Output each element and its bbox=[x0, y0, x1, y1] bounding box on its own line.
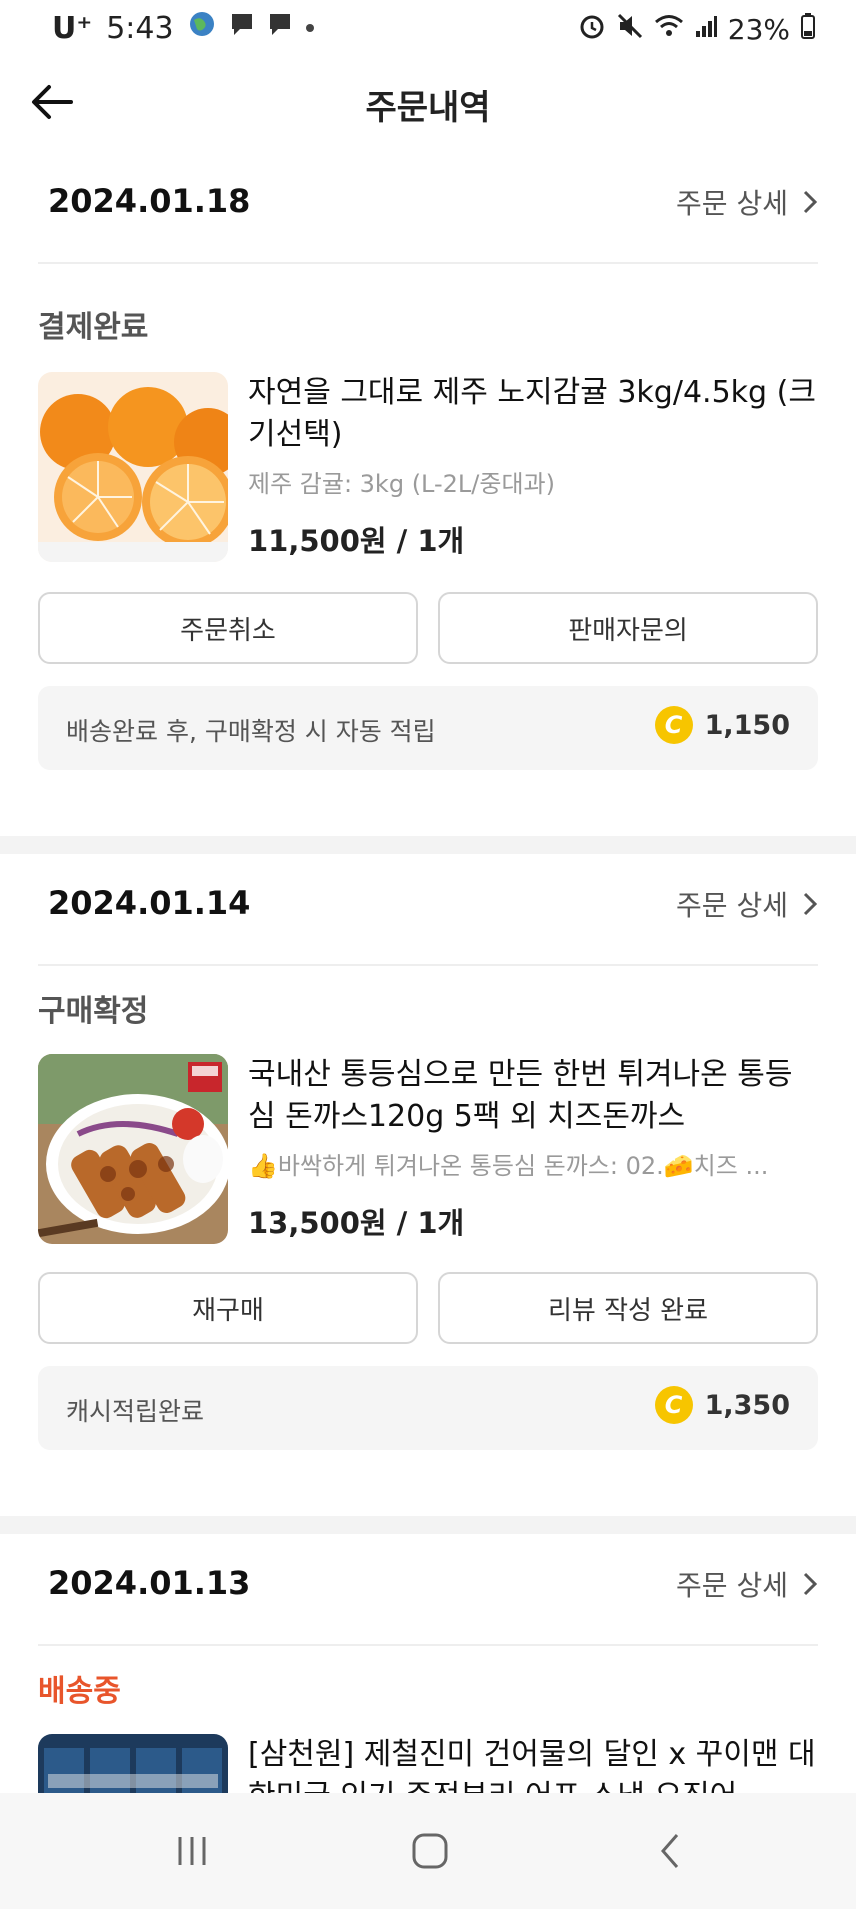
section-divider bbox=[0, 836, 856, 854]
cash-reward-box: 캐시적립완료 C 1,350 bbox=[38, 1366, 818, 1450]
order-detail-link[interactable]: 주문 상세 bbox=[676, 884, 818, 924]
section-divider bbox=[0, 1516, 856, 1534]
battery-percent: 23% bbox=[727, 13, 790, 46]
chat-icon bbox=[230, 11, 254, 46]
order-date: 2024.01.13 bbox=[48, 1564, 251, 1602]
page-title: 주문내역 bbox=[365, 88, 491, 128]
system-nav-bar bbox=[0, 1793, 856, 1909]
order-card: 2024.01.13 주문 상세 배송중 [삼천원] 제철진미 건어물의 달인 … bbox=[0, 1534, 856, 1793]
seller-inquiry-button[interactable]: 판매자문의 bbox=[438, 592, 818, 664]
signal-icon bbox=[694, 13, 718, 46]
product-thumbnail-pork-cutlet[interactable] bbox=[38, 1054, 228, 1244]
wifi-icon bbox=[654, 13, 684, 46]
clock: 5:43 bbox=[106, 10, 174, 46]
order-detail-label: 주문 상세 bbox=[676, 889, 788, 922]
alarm-icon bbox=[578, 12, 606, 47]
cash-coin-icon: C bbox=[654, 1386, 693, 1424]
notification-dot-icon bbox=[305, 24, 314, 32]
chevron-right-icon bbox=[803, 1572, 818, 1596]
order-detail-label: 주문 상세 bbox=[676, 1569, 788, 1602]
cancel-order-button[interactable]: 주문취소 bbox=[38, 592, 418, 664]
order-card: 2024.01.18 주문 상세 결제완료 자연을 그대로 제주 노지감귤 3k… bbox=[0, 152, 856, 832]
status-bar: U⁺ 5:43 23% bbox=[0, 0, 856, 62]
globe-icon bbox=[188, 10, 216, 46]
product-thumbnail-tangerine[interactable] bbox=[38, 372, 228, 562]
product-price: 11,500원 / 1개 bbox=[248, 524, 465, 558]
order-detail-link[interactable]: 주문 상세 bbox=[676, 1564, 818, 1604]
chevron-right-icon bbox=[803, 892, 818, 916]
battery-icon bbox=[800, 12, 816, 47]
nav-back-button[interactable] bbox=[630, 1821, 710, 1881]
order-header: 2024.01.14 주문 상세 bbox=[38, 854, 818, 966]
review-completed-button[interactable]: 리뷰 작성 완료 bbox=[438, 1272, 818, 1344]
cash-reward-text: 캐시적립완료 bbox=[66, 1397, 205, 1426]
order-card: 2024.01.14 주문 상세 구매확정 국내산 통등심으로 만든 한번 튀겨… bbox=[0, 854, 856, 1514]
reorder-button[interactable]: 재구매 bbox=[38, 1272, 418, 1344]
order-date: 2024.01.18 bbox=[48, 182, 251, 220]
chat-icon bbox=[268, 11, 292, 46]
product-name[interactable]: 자연을 그대로 제주 노지감귤 3kg/4.5kg (크기선택) bbox=[248, 372, 818, 456]
product-price: 13,500원 / 1개 bbox=[248, 1206, 465, 1240]
cash-reward-box: 배송완료 후, 구매확정 시 자동 적립 C 1,150 bbox=[38, 686, 818, 770]
order-detail-label: 주문 상세 bbox=[676, 187, 788, 220]
carrier-label: U⁺ bbox=[52, 10, 93, 46]
cash-reward-text: 배송완료 후, 구매확정 시 자동 적립 bbox=[66, 717, 436, 746]
nav-back-icon bbox=[661, 1834, 679, 1868]
order-status: 구매확정 bbox=[38, 994, 149, 1029]
cash-amount: 1,150 bbox=[704, 709, 790, 741]
product-option: 제주 감귤: 3kg (L-2L/중대과) bbox=[248, 470, 555, 498]
chevron-right-icon bbox=[803, 190, 818, 214]
product-name[interactable]: 국내산 통등심으로 만든 한번 튀겨나온 통등심 돈까스120g 5팩 외 치즈… bbox=[248, 1054, 818, 1138]
order-header: 2024.01.18 주문 상세 bbox=[38, 152, 818, 264]
order-date: 2024.01.14 bbox=[48, 884, 251, 922]
order-status: 결제완료 bbox=[38, 310, 149, 345]
product-option: 👍바싹하게 튀겨나온 통등심 돈까스: 02.🧀치즈 ... bbox=[248, 1152, 769, 1180]
order-detail-link[interactable]: 주문 상세 bbox=[676, 182, 818, 222]
cash-coin-icon: C bbox=[654, 706, 693, 744]
mute-icon bbox=[616, 12, 644, 47]
product-name[interactable]: [삼천원] 제철진미 건어물의 달인 x 꾸이맨 대한민국 인기 주전부리 어포… bbox=[248, 1734, 818, 1793]
nav-recent-button[interactable] bbox=[152, 1821, 232, 1881]
nav-recent-icon bbox=[178, 1837, 206, 1865]
app-header: 주문내역 bbox=[0, 62, 856, 142]
product-thumbnail-snack[interactable] bbox=[38, 1734, 228, 1793]
nav-home-icon bbox=[412, 1833, 448, 1869]
cash-amount: 1,350 bbox=[704, 1389, 790, 1421]
order-status: 배송중 bbox=[38, 1674, 121, 1709]
order-header: 2024.01.13 주문 상세 bbox=[38, 1534, 818, 1646]
nav-home-button[interactable] bbox=[390, 1821, 470, 1881]
